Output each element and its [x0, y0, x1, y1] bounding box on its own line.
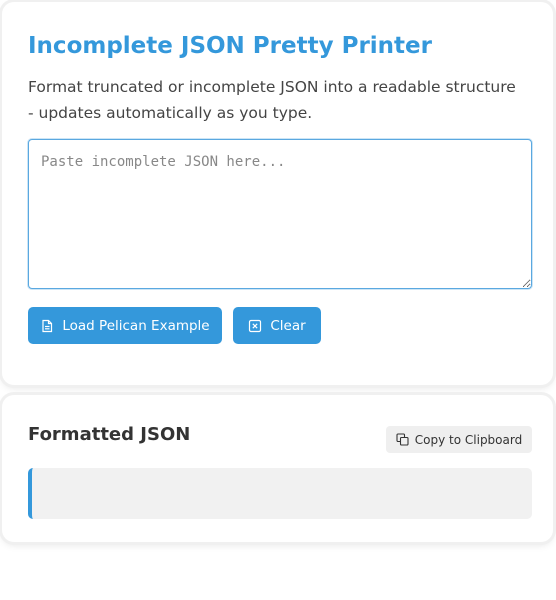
formatted-json-output: [28, 468, 532, 519]
copy-icon: [396, 433, 409, 446]
page-subtitle: Format truncated or incomplete JSON into…: [28, 78, 516, 122]
load-pelican-example-button[interactable]: Load Pelican Example: [28, 307, 222, 344]
output-card: Formatted JSON Copy to Clipboard: [2, 395, 553, 542]
x-square-icon: [248, 319, 262, 333]
clear-label: Clear: [270, 317, 306, 334]
load-pelican-example-label: Load Pelican Example: [62, 317, 210, 334]
copy-to-clipboard-button[interactable]: Copy to Clipboard: [386, 426, 532, 453]
document-icon: [40, 319, 54, 333]
page-title: Incomplete JSON Pretty Printer: [28, 33, 432, 59]
output-title: Formatted JSON: [28, 424, 191, 445]
copy-to-clipboard-label: Copy to Clipboard: [414, 432, 523, 447]
json-input[interactable]: [28, 139, 532, 289]
input-card: Incomplete JSON Pretty Printer Format tr…: [2, 2, 553, 385]
clear-button[interactable]: Clear: [233, 307, 321, 344]
